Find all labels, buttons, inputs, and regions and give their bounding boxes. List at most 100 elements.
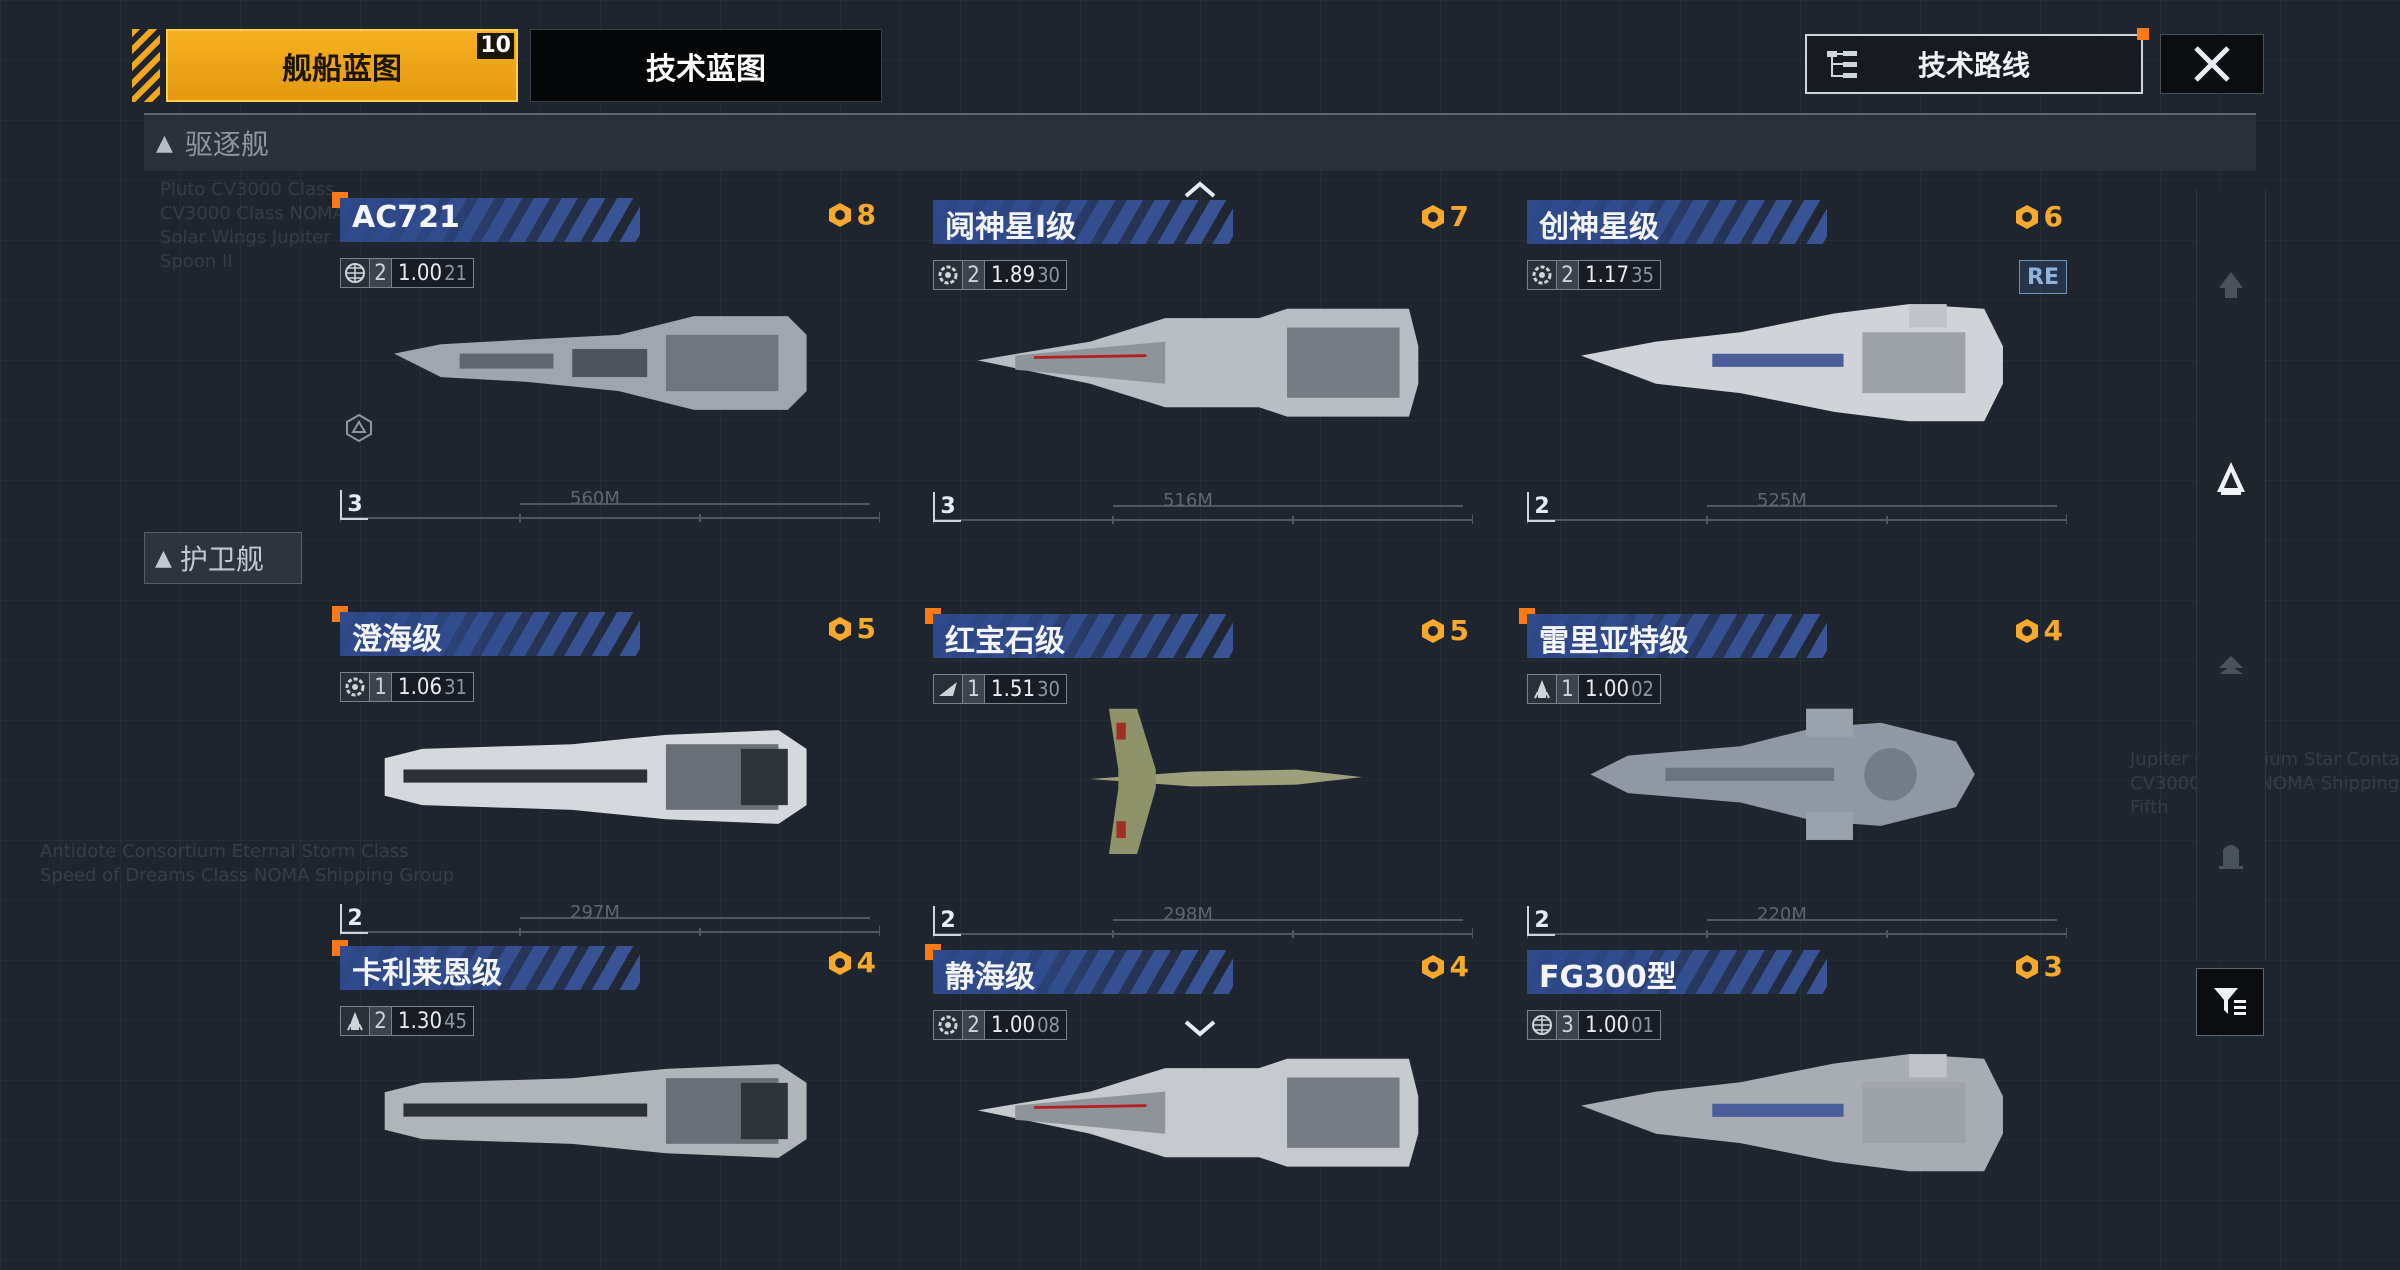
stat-sub-value: 21: [444, 261, 467, 285]
ship-card[interactable]: 红宝石级 5 1 1.51 30 298M 2: [925, 608, 1473, 938]
stat-value: 1.17: [1585, 262, 1630, 288]
collapse-triangle-icon: ▲: [155, 545, 172, 571]
ship-stat: 2 1.00 08: [933, 1010, 1067, 1040]
blueprint-cost: 3: [2014, 950, 2063, 983]
tech-route-button[interactable]: 技术路线: [1805, 28, 2149, 94]
blueprint-cost: 4: [2014, 614, 2063, 647]
ship-level: 1: [1557, 674, 1579, 704]
stat-value: 1.00: [1585, 1012, 1630, 1038]
battleship-class-icon[interactable]: [2215, 268, 2247, 304]
ship-card[interactable]: 创神星级 6 2 1.17 35 RE 525M 2: [1527, 200, 2067, 524]
tab-label: 技术蓝图: [646, 51, 766, 87]
ship-card[interactable]: 阋神星I级 7 2 1.89 30 516M 3: [933, 200, 1473, 524]
ship-level: 1: [370, 672, 392, 702]
section-label: 驱逐舰: [184, 128, 269, 161]
gear-icon: [1527, 260, 1557, 290]
tab-ship-blueprint[interactable]: 舰船蓝图 10: [166, 29, 518, 102]
blueprint-token-icon: [828, 950, 851, 975]
stat-sub-value: 30: [1037, 677, 1060, 701]
rocket-icon: [1527, 674, 1557, 704]
stat-value: 1.89: [991, 262, 1036, 288]
ship-model-image: [394, 316, 807, 410]
tech-route-label: 技术路线: [1917, 49, 2030, 82]
carrier-class-icon[interactable]: [2215, 836, 2247, 872]
blueprint-cost: 6: [2014, 200, 2063, 233]
ship-card[interactable]: 澄海级 5 1 1.06 31 297M 2: [332, 606, 880, 936]
filter-button[interactable]: [2196, 968, 2264, 1036]
ship-stat: 2 1.00 21: [340, 258, 474, 288]
destroyer-class-icon[interactable]: [2215, 460, 2247, 496]
ship-card[interactable]: 静海级 4 2 1.00 08: [925, 944, 1473, 1270]
ship-name: 阋神星I级: [945, 210, 1077, 245]
length-scale: 220M: [1527, 900, 2067, 940]
wing-icon: [933, 674, 963, 704]
filter-icon: [2214, 988, 2246, 1015]
blueprint-token-icon: [2015, 954, 2038, 979]
ship-card[interactable]: 雷里亚特级 4 1 1.00 02 220M 2: [1519, 608, 2067, 938]
stat-sub-value: 01: [1631, 1013, 1654, 1037]
ship-stat: 1 1.00 02: [1527, 674, 1661, 704]
stat-value: 1.00: [991, 1012, 1036, 1038]
ship-class-rail: [2196, 190, 2266, 960]
ship-length: 516M: [1163, 490, 1213, 511]
ship-model-image: [384, 730, 807, 824]
blueprint-token-icon: [1421, 618, 1444, 643]
ship-stat: 1 1.06 31: [340, 672, 474, 702]
stat-value: 1.51: [991, 676, 1036, 702]
close-button[interactable]: [2160, 34, 2264, 94]
blueprint-token-icon: [2015, 618, 2038, 643]
ship-card[interactable]: FG300型 3 3 1.00 01: [1527, 950, 2067, 1270]
scroll-up-chevron-icon[interactable]: [1180, 178, 1220, 202]
tab-tech-blueprint[interactable]: 技术蓝图: [530, 29, 882, 102]
blueprint-token-icon: [828, 616, 851, 641]
ship-length: 525M: [1757, 490, 1807, 511]
stat-sub-value: 45: [444, 1009, 467, 1033]
ship-name: 卡利莱恩级: [352, 956, 502, 991]
ship-model-image: [1581, 304, 2003, 422]
ship-card[interactable]: 卡利莱恩级 4 2 1.30 45: [332, 940, 880, 1266]
length-scale: 516M: [933, 486, 1473, 526]
blueprint-cost: 8: [827, 198, 876, 231]
section-label: 护卫舰: [179, 543, 264, 576]
section-header-frigate[interactable]: ▲ 护卫舰: [144, 532, 302, 584]
stat-sub-value: 30: [1037, 263, 1060, 287]
tab-label: 舰船蓝图: [282, 51, 402, 87]
ship-level: 1: [963, 674, 985, 704]
stat-sub-value: 08: [1037, 1013, 1060, 1037]
gear-icon: [933, 1010, 963, 1040]
ship-tier: 3: [933, 492, 961, 522]
blueprint-cost: 7: [1420, 200, 1469, 233]
tab-stripe-decoration: [132, 29, 160, 102]
ship-name: AC721: [352, 200, 460, 235]
blueprint-cost: 4: [827, 946, 876, 979]
ship-name: 澄海级: [352, 622, 442, 657]
ship-tier: 2: [933, 906, 961, 936]
close-icon: [2194, 46, 2230, 82]
section-header-destroyer[interactable]: ▲ 驱逐舰: [144, 113, 2256, 171]
notification-dot: [2137, 28, 2149, 40]
ship-model-image: [1090, 708, 1363, 854]
ship-tier: 2: [1527, 906, 1555, 936]
ship-card[interactable]: AC721 8 2 1.00 21 560M 3: [332, 192, 880, 522]
rocket-icon: [340, 1006, 370, 1036]
ship-model-image: [384, 1064, 807, 1158]
tech-tree-icon: [1827, 51, 1857, 78]
ship-model-image: [1590, 708, 1975, 840]
ship-model-image: [977, 308, 1419, 417]
stat-sub-value: 35: [1631, 263, 1654, 287]
blueprint-token-icon: [1421, 954, 1444, 979]
count-badge: 10: [477, 33, 514, 59]
gear-icon: [340, 672, 370, 702]
frigate-class-icon[interactable]: [2215, 648, 2247, 684]
ship-stat: 2 1.89 30: [933, 260, 1067, 290]
ship-level: 3: [1557, 1010, 1579, 1040]
ship-tier: 2: [340, 904, 368, 934]
blueprint-token-icon: [828, 202, 851, 227]
ship-tier: 3: [340, 490, 368, 520]
ship-level: 2: [370, 1006, 392, 1036]
blueprint-cost: 4: [1420, 950, 1469, 983]
ship-name: FG300型: [1539, 960, 1677, 995]
ship-length: 220M: [1757, 904, 1807, 925]
ship-level: 2: [963, 260, 985, 290]
ship-name: 创神星级: [1539, 210, 1659, 245]
